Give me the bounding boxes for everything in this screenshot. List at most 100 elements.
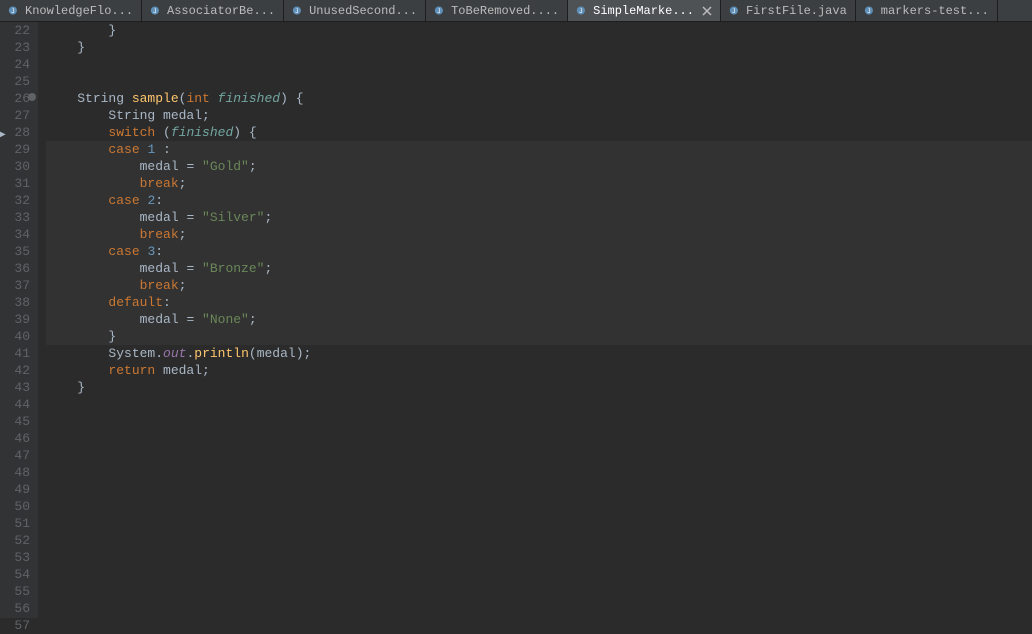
- tab-0[interactable]: J KnowledgeFlo...: [0, 0, 142, 21]
- java-file-icon: J: [729, 4, 742, 17]
- gutter-line[interactable]: 51: [0, 515, 30, 532]
- tab-3[interactable]: JToBeRemoved....: [426, 0, 568, 21]
- gutter-line[interactable]: 45: [0, 413, 30, 430]
- gutter-line[interactable]: 44: [0, 396, 30, 413]
- gutter-line[interactable]: 46: [0, 430, 30, 447]
- gutter-line[interactable]: 22: [0, 22, 30, 39]
- gutter-line[interactable]: 43: [0, 379, 30, 396]
- token-punct: =: [186, 312, 202, 327]
- code-line[interactable]: medal = "Silver";: [46, 209, 1032, 226]
- code-line[interactable]: [46, 481, 1032, 498]
- gutter-line[interactable]: 52: [0, 532, 30, 549]
- code-line[interactable]: [46, 600, 1032, 617]
- gutter-line[interactable]: 37: [0, 277, 30, 294]
- code-line[interactable]: [46, 566, 1032, 583]
- gutter-line[interactable]: 26: [0, 90, 30, 107]
- gutter-line[interactable]: 39: [0, 311, 30, 328]
- tab-5[interactable]: JFirstFile.java: [721, 0, 856, 21]
- code-line[interactable]: }: [46, 328, 1032, 345]
- code-line[interactable]: [46, 396, 1032, 413]
- code-line[interactable]: }: [46, 39, 1032, 56]
- gutter-line[interactable]: 54: [0, 566, 30, 583]
- token-kw: case: [108, 193, 147, 208]
- close-icon[interactable]: [702, 6, 712, 16]
- code-line[interactable]: }: [46, 22, 1032, 39]
- code-line[interactable]: medal = "Gold";: [46, 158, 1032, 175]
- token-kw: switch: [108, 125, 163, 140]
- gutter-line[interactable]: 29: [0, 141, 30, 158]
- code-line[interactable]: medal = "None";: [46, 311, 1032, 328]
- gutter-line[interactable]: 40: [0, 328, 30, 345]
- gutter-marker-icon[interactable]: [28, 93, 36, 101]
- svg-text:J: J: [153, 8, 156, 15]
- code-line[interactable]: [46, 464, 1032, 481]
- code-line[interactable]: case 3:: [46, 243, 1032, 260]
- code-line[interactable]: [46, 430, 1032, 447]
- code-line[interactable]: String sample(int finished) {: [46, 90, 1032, 107]
- code-line[interactable]: switch (finished) {: [46, 124, 1032, 141]
- gutter-line[interactable]: 28▶: [0, 124, 30, 141]
- tab-1[interactable]: JAssociatorBe...: [142, 0, 284, 21]
- code-line[interactable]: break;: [46, 226, 1032, 243]
- gutter-line[interactable]: 55: [0, 583, 30, 600]
- code-line[interactable]: [46, 549, 1032, 566]
- token-str: "None": [202, 312, 249, 327]
- gutter-line[interactable]: 34: [0, 226, 30, 243]
- token-punct: [46, 227, 140, 242]
- tab-label: UnusedSecond...: [309, 4, 417, 18]
- code-line[interactable]: [46, 532, 1032, 549]
- gutter-line[interactable]: 36: [0, 260, 30, 277]
- gutter-line[interactable]: 23: [0, 39, 30, 56]
- code-line[interactable]: [46, 73, 1032, 90]
- gutter-line[interactable]: 24: [0, 56, 30, 73]
- code-line[interactable]: String medal;: [46, 107, 1032, 124]
- gutter-line[interactable]: 38: [0, 294, 30, 311]
- gutter-line[interactable]: 47: [0, 447, 30, 464]
- gutter-line[interactable]: 27: [0, 107, 30, 124]
- tab-4[interactable]: JSimpleMarke...: [568, 0, 721, 21]
- java-file-icon: J: [8, 4, 21, 17]
- token-kw: case: [108, 142, 147, 157]
- gutter-line[interactable]: 25: [0, 73, 30, 90]
- code-line[interactable]: case 2:: [46, 192, 1032, 209]
- code-line[interactable]: break;: [46, 175, 1032, 192]
- gutter-line[interactable]: 50: [0, 498, 30, 515]
- code-line[interactable]: [46, 413, 1032, 430]
- code-line[interactable]: break;: [46, 277, 1032, 294]
- code-line[interactable]: System.out.println(medal);: [46, 345, 1032, 362]
- gutter-line[interactable]: 30: [0, 158, 30, 175]
- gutter-line[interactable]: 49: [0, 481, 30, 498]
- java-file-icon: J: [150, 4, 163, 17]
- gutter-line[interactable]: 53: [0, 549, 30, 566]
- code-line[interactable]: [46, 56, 1032, 73]
- code-line[interactable]: }: [46, 379, 1032, 396]
- token-punct: ;: [202, 363, 210, 378]
- gutter-line[interactable]: 32: [0, 192, 30, 209]
- gutter-line[interactable]: 31: [0, 175, 30, 192]
- code-area[interactable]: } } String sample(int finished) { String…: [38, 22, 1032, 618]
- gutter-line[interactable]: 48: [0, 464, 30, 481]
- code-line[interactable]: [46, 583, 1032, 600]
- editor-area[interactable]: 22232425262728▶2930313233343536373839404…: [0, 22, 1032, 618]
- code-line[interactable]: [46, 498, 1032, 515]
- token-ident: medal: [257, 346, 296, 361]
- gutter-line[interactable]: 33: [0, 209, 30, 226]
- gutter-line[interactable]: 57: [0, 617, 30, 634]
- code-line[interactable]: medal = "Bronze";: [46, 260, 1032, 277]
- gutter-line[interactable]: 41: [0, 345, 30, 362]
- tab-6[interactable]: Jmarkers-test...: [856, 0, 998, 21]
- gutter-line[interactable]: 35: [0, 243, 30, 260]
- gutter-line[interactable]: 56: [0, 600, 30, 617]
- tab-label: KnowledgeFlo...: [25, 4, 133, 18]
- gutter-line[interactable]: 42: [0, 362, 30, 379]
- token-punct: }: [46, 329, 116, 344]
- code-line[interactable]: [46, 447, 1032, 464]
- tab-2[interactable]: J UnusedSecond...: [284, 0, 426, 21]
- code-line[interactable]: return medal;: [46, 362, 1032, 379]
- code-line[interactable]: case 1 :: [46, 141, 1032, 158]
- token-punct: :: [155, 142, 171, 157]
- code-line[interactable]: [46, 515, 1032, 532]
- code-line[interactable]: default:: [46, 294, 1032, 311]
- svg-text:J: J: [295, 8, 298, 15]
- token-method: println: [194, 346, 249, 361]
